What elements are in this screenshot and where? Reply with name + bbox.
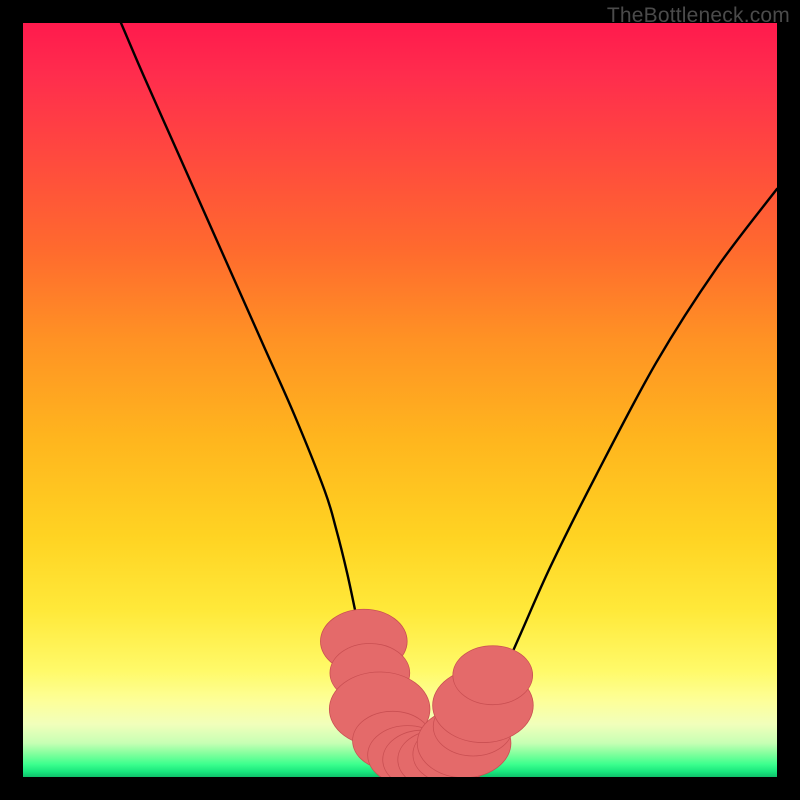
watermark-label: TheBottleneck.com bbox=[607, 4, 790, 28]
bottleneck-curve bbox=[121, 23, 777, 761]
data-marker bbox=[453, 646, 533, 705]
plot-area bbox=[23, 23, 777, 777]
chart-svg bbox=[23, 23, 777, 777]
data-markers bbox=[320, 609, 533, 777]
